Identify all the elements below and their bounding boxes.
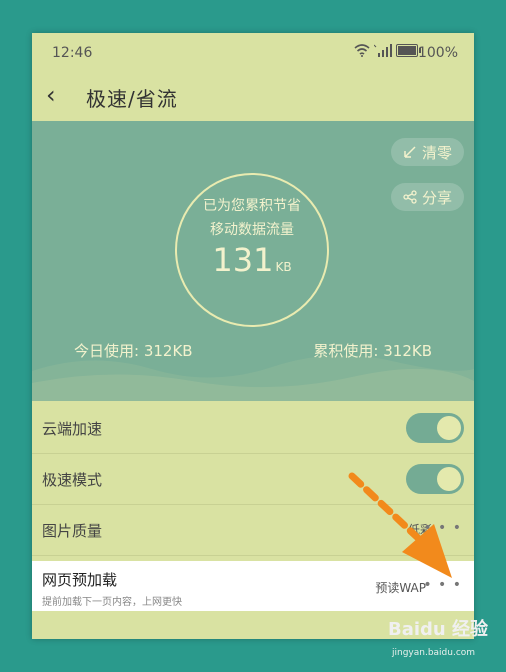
watermark-brand: Baidu 经验 — [388, 619, 489, 640]
today-usage: 今日使用: 312KB — [74, 342, 193, 360]
cloud-accel-toggle[interactable] — [406, 413, 464, 443]
signal-icon — [374, 44, 392, 57]
share-label: 分享 — [421, 188, 452, 207]
clear-label: 清零 — [421, 143, 452, 162]
total-usage: 累积使用: 312KB — [313, 342, 432, 360]
share-button[interactable]: 分享 — [390, 183, 464, 211]
preload-label: 网页预加载 — [42, 571, 118, 589]
data-saving-panel: 清零 分享 已为您累积节省 移动数据流量 131 KB 今日使用: 312KB 累… — [32, 121, 474, 401]
orange-arrow-annotation — [348, 472, 452, 578]
status-icons — [354, 44, 421, 57]
page-title: 极速/省流 — [86, 87, 178, 111]
savings-ring: 已为您累积节省 移动数据流量 131 KB — [175, 173, 329, 327]
clear-button[interactable]: 清零 — [390, 138, 464, 166]
status-time: 12:46 — [52, 45, 93, 61]
title-bar: ‹ 极速/省流 — [32, 73, 474, 121]
saved-amount: 131 KB — [177, 241, 327, 279]
preload-description: 提前加载下一页内容，上网更快 — [42, 597, 182, 608]
status-bar: 12:46 100% — [32, 33, 474, 73]
cloud-accel-label: 云端加速 — [42, 420, 103, 438]
toggle-knob — [437, 416, 461, 440]
battery-percent: 100% — [417, 45, 458, 61]
setting-cloud-accel: 云端加速 — [32, 403, 474, 454]
broom-icon — [404, 146, 416, 158]
back-button[interactable]: ‹ — [46, 81, 56, 109]
share-icon — [403, 190, 417, 204]
speed-mode-label: 极速模式 — [42, 471, 103, 489]
saved-unit: KB — [275, 260, 292, 274]
watermark-url: jingyan.baidu.com — [392, 648, 476, 658]
saved-value: 131 — [212, 241, 274, 279]
image-quality-label: 图片质量 — [42, 522, 103, 540]
saved-line-2: 移动数据流量 — [210, 222, 294, 238]
battery-icon — [396, 44, 421, 57]
saved-line-1: 已为您累积节省 — [203, 198, 301, 214]
wifi-icon — [354, 44, 370, 57]
